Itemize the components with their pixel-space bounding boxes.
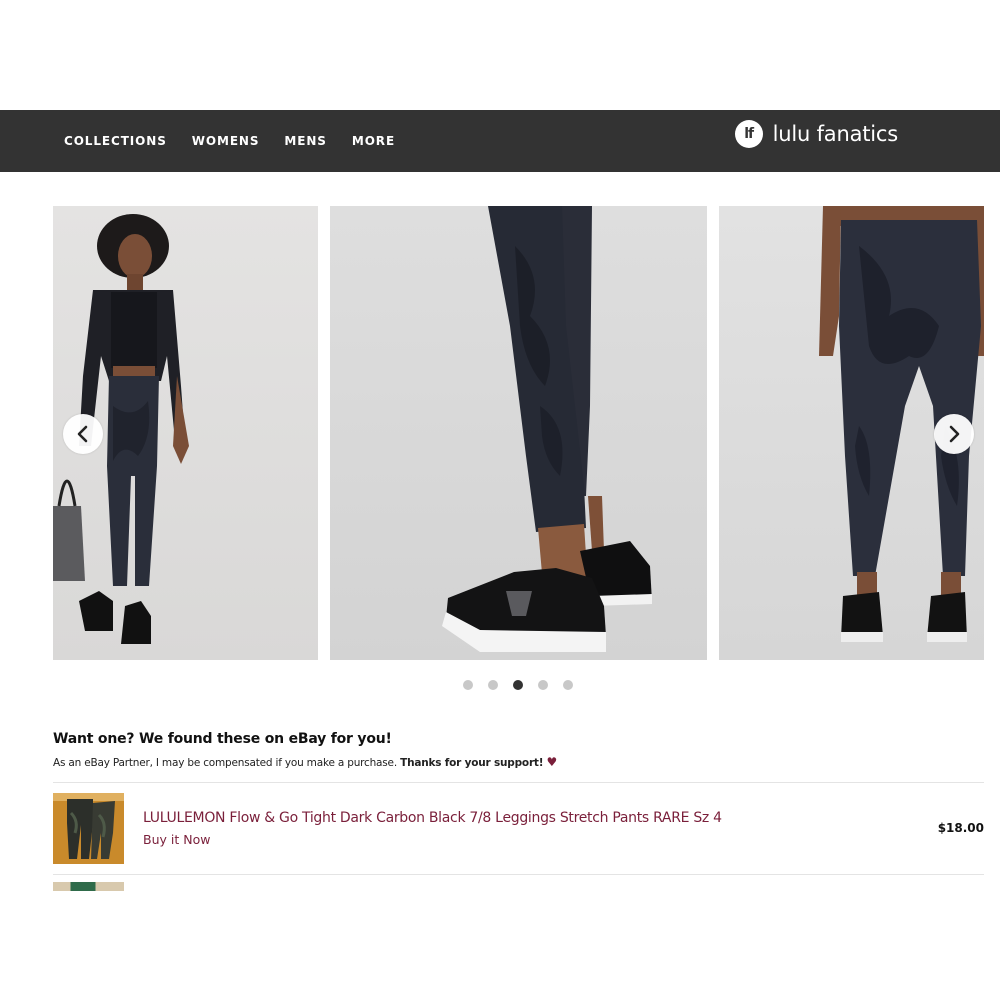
listing-item: LULULEMON Flow & Go Tight Dark Carbon Bl… — [53, 783, 984, 874]
legs-closeup-image — [442, 206, 652, 652]
ebay-heading: Want one? We found these on eBay for you… — [53, 731, 392, 747]
carousel-prev-button[interactable] — [63, 414, 103, 454]
brand-logo-icon: lf — [734, 120, 763, 148]
nav-item-collections[interactable]: COLLECTIONS — [64, 134, 167, 148]
carousel-pagination — [0, 680, 1000, 690]
product-image-carousel — [0, 206, 1000, 660]
listing-price: $18.00 — [937, 821, 984, 835]
nav-item-more[interactable]: MORE — [352, 134, 395, 148]
chevron-left-icon — [77, 425, 88, 443]
carousel-dot-1[interactable] — [463, 680, 473, 690]
carousel-next-button[interactable] — [934, 414, 974, 454]
listing-thumbnail[interactable] — [53, 793, 124, 864]
divider — [53, 874, 984, 875]
carousel-dot-3[interactable] — [513, 680, 523, 690]
brand-name: lulu fanatics — [772, 122, 899, 146]
listing-info: LULULEMON Flow & Go Tight Dark Carbon Bl… — [143, 810, 722, 847]
nav-links: COLLECTIONS WOMENS MENS MORE — [64, 134, 420, 148]
carousel-dot-2[interactable] — [488, 680, 498, 690]
brand-home-link[interactable]: lf lulu fanatics — [734, 120, 899, 148]
nav-item-mens[interactable]: MENS — [284, 134, 326, 148]
carousel-dot-4[interactable] — [538, 680, 548, 690]
listing-title-link[interactable]: LULULEMON Flow & Go Tight Dark Carbon Bl… — [143, 810, 722, 826]
disclaimer-text: As an eBay Partner, I may be compensated… — [53, 757, 397, 769]
ebay-listings-section: Want one? We found these on eBay for you… — [53, 730, 984, 891]
chevron-right-icon — [949, 425, 960, 443]
listing-thumbnail-image — [53, 793, 124, 864]
carousel-slide-legs-closeup[interactable] — [330, 206, 707, 660]
listing-thumbnail-partial[interactable] — [53, 882, 124, 891]
top-navbar: COLLECTIONS WOMENS MENS MORE lf lulu fan… — [0, 110, 1000, 172]
nav-item-womens[interactable]: WOMENS — [192, 134, 260, 148]
ebay-disclaimer: As an eBay Partner, I may be compensated… — [53, 755, 984, 769]
carousel-dot-5[interactable] — [563, 680, 573, 690]
disclaimer-thanks: Thanks for your support! — [400, 757, 544, 769]
heart-icon: ♥ — [546, 755, 558, 769]
listing-buy-it-now-link[interactable]: Buy it Now — [143, 832, 722, 847]
